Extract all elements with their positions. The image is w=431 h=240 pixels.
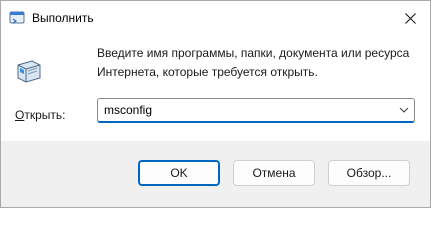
open-input[interactable] xyxy=(104,103,384,117)
browse-button[interactable]: Обзор... xyxy=(328,160,410,186)
chevron-down-icon[interactable] xyxy=(398,105,410,115)
open-label: Открыть: xyxy=(15,108,65,122)
open-combobox[interactable] xyxy=(97,98,415,123)
cancel-button[interactable]: Отмена xyxy=(233,160,315,186)
button-bar: OK Отмена Обзор... xyxy=(1,141,430,207)
ok-button[interactable]: OK xyxy=(138,160,220,186)
description-text: Введите имя программы, папки, документа … xyxy=(97,44,417,82)
title-bar: Выполнить xyxy=(1,1,430,35)
open-label-accesskey: О xyxy=(15,108,25,122)
description-line-2: Интернета, которые требуется открыть. xyxy=(97,65,318,79)
open-label-text: ткрыть: xyxy=(24,108,66,122)
close-button[interactable] xyxy=(390,1,430,35)
run-dialog: Выполнить Введите имя программы, папки, … xyxy=(0,0,431,208)
close-icon xyxy=(404,12,416,24)
run-app-icon xyxy=(9,10,25,26)
run-icon xyxy=(15,57,43,85)
dialog-content: Введите имя программы, папки, документа … xyxy=(1,35,430,141)
description-line-1: Введите имя программы, папки, документа … xyxy=(97,46,410,60)
window-title: Выполнить xyxy=(32,11,94,25)
